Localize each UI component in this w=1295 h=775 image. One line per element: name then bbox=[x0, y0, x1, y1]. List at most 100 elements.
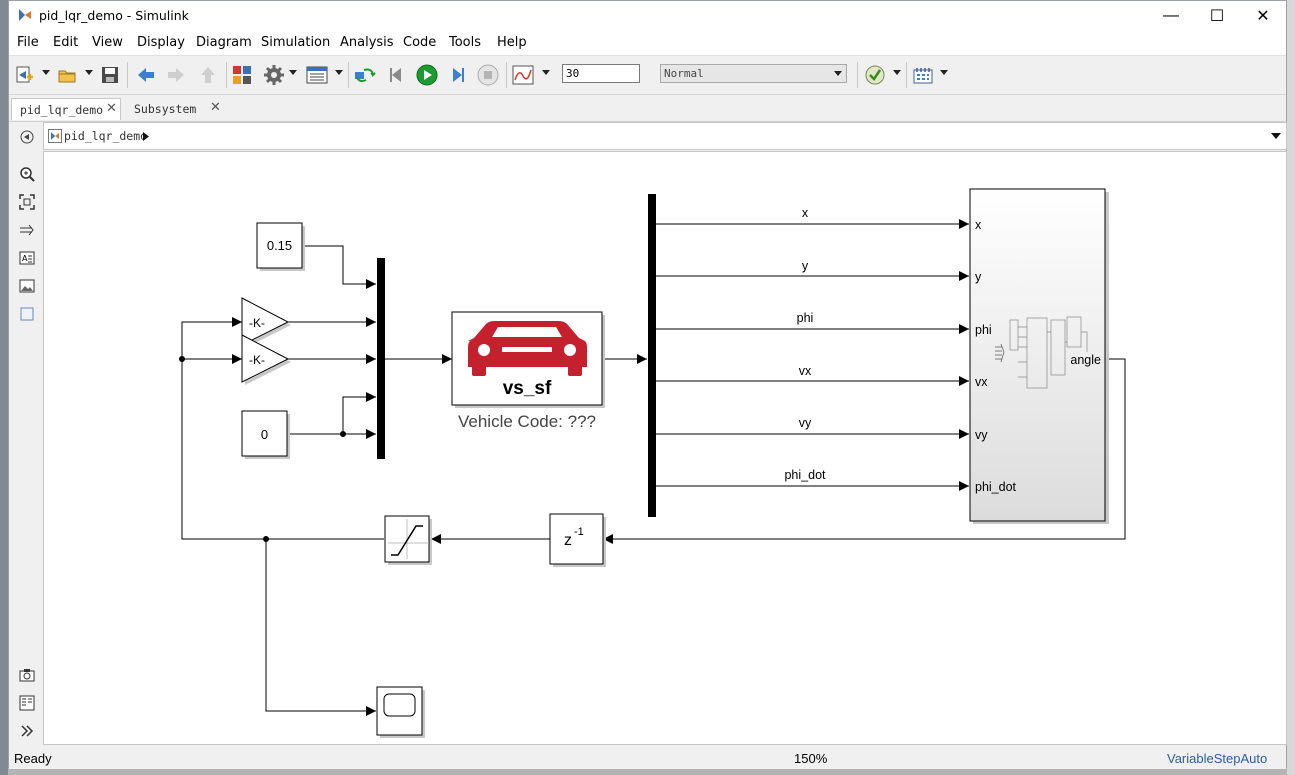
toolbar-separator bbox=[226, 62, 227, 88]
model-advisor-check-icon[interactable] bbox=[864, 64, 886, 86]
close-tab-icon[interactable]: ✕ bbox=[106, 101, 117, 116]
title-bar: pid_lqr_demo - Simulink — ☐ ✕ bbox=[9, 1, 1286, 31]
model-explorer-icon[interactable] bbox=[306, 64, 328, 86]
save-icon[interactable] bbox=[99, 64, 121, 86]
step-forward-icon[interactable] bbox=[446, 64, 468, 86]
constant-block-0[interactable]: 0 bbox=[241, 410, 290, 459]
gain-block-2[interactable]: -K- bbox=[241, 334, 291, 385]
signal-labels: x y phi vx vy phi_dot bbox=[784, 206, 826, 482]
annotation-icon[interactable]: A bbox=[18, 249, 36, 267]
step-back-icon[interactable] bbox=[386, 64, 408, 86]
solver-link[interactable]: VariableStepAuto bbox=[1167, 751, 1267, 766]
open-dropdown-icon[interactable] bbox=[85, 70, 93, 75]
simulation-data-inspector-icon[interactable] bbox=[512, 64, 534, 86]
stop-time-input[interactable] bbox=[562, 64, 640, 83]
sdi-dropdown-icon[interactable] bbox=[542, 70, 550, 75]
menu-view[interactable]: View bbox=[92, 35, 123, 50]
toolbar-separator bbox=[857, 62, 858, 88]
build-model-icon[interactable] bbox=[912, 64, 934, 86]
stop-simulation-icon[interactable] bbox=[477, 64, 499, 86]
signal-label-y: y bbox=[802, 259, 809, 273]
tab-pid-lqr-demo[interactable]: pid_lqr_demo ✕ bbox=[11, 98, 121, 120]
menu-code[interactable]: Code bbox=[403, 35, 436, 50]
block-diagram: 0.15 0 -K- -K- vs_sf Vehicle Code: ??? x… bbox=[179, 188, 1126, 738]
model-config-gear-icon[interactable] bbox=[263, 64, 285, 86]
tab-label: pid_lqr_demo bbox=[20, 103, 104, 117]
menu-diagram[interactable]: Diagram bbox=[196, 35, 252, 50]
new-model-icon[interactable] bbox=[13, 64, 35, 86]
signal-arrow-icon[interactable] bbox=[18, 221, 36, 239]
zoom-in-icon[interactable] bbox=[18, 165, 36, 183]
area-icon[interactable] bbox=[18, 305, 36, 323]
sfunction-name: vs_sf bbox=[503, 378, 552, 399]
desktop-background-left bbox=[0, 0, 8, 775]
advisor-dropdown-icon[interactable] bbox=[893, 70, 901, 75]
port-phi: phi bbox=[975, 323, 992, 337]
vehicle-caption: Vehicle Code: ??? bbox=[458, 412, 596, 431]
menu-display[interactable]: Display bbox=[137, 35, 185, 50]
breadcrumb-model[interactable]: pid_lqr_demo bbox=[64, 129, 147, 143]
screenshot-camera-icon[interactable] bbox=[18, 666, 36, 684]
minimize-button[interactable]: — bbox=[1148, 1, 1194, 31]
gain-value: -K- bbox=[249, 316, 265, 330]
unit-delay-block[interactable]: z -1 bbox=[549, 513, 606, 567]
forward-arrow-icon[interactable] bbox=[165, 64, 187, 86]
fit-to-view-icon[interactable] bbox=[18, 193, 36, 211]
new-model-dropdown-icon[interactable] bbox=[42, 70, 50, 75]
signal-label-x: x bbox=[802, 206, 809, 220]
image-icon[interactable] bbox=[18, 277, 36, 295]
controller-subsystem-block[interactable]: x y phi vx vy phi_dot angle bbox=[969, 188, 1109, 524]
left-palette: A bbox=[9, 122, 43, 745]
scope-block[interactable] bbox=[376, 686, 425, 738]
simulink-app-icon bbox=[19, 9, 31, 21]
menu-simulation[interactable]: Simulation bbox=[261, 35, 330, 50]
port-x: x bbox=[975, 218, 982, 232]
gain-value: -K- bbox=[249, 353, 265, 367]
status-bar: Ready 150% VariableStepAuto bbox=[9, 745, 1286, 769]
run-simulation-icon[interactable] bbox=[416, 64, 438, 86]
signal-label-phi-dot: phi_dot bbox=[784, 468, 826, 482]
mux-block[interactable] bbox=[377, 258, 385, 459]
simulation-mode-select[interactable]: Normal bbox=[660, 64, 847, 83]
chevron-right-icon[interactable] bbox=[143, 132, 149, 141]
menu-file[interactable]: File bbox=[17, 35, 39, 50]
property-inspector-icon[interactable] bbox=[18, 694, 36, 712]
port-angle: angle bbox=[1070, 353, 1101, 367]
build-dropdown-icon[interactable] bbox=[940, 70, 948, 75]
zoom-level: 150% bbox=[794, 751, 828, 766]
tab-label: Subsystem bbox=[134, 102, 197, 116]
delay-exponent: -1 bbox=[574, 526, 584, 538]
explorer-dropdown-icon[interactable] bbox=[335, 70, 343, 75]
simulation-mode-value: Normal bbox=[664, 67, 704, 80]
close-button[interactable]: ✕ bbox=[1240, 1, 1286, 31]
menu-edit[interactable]: Edit bbox=[53, 35, 78, 50]
hide-browser-icon[interactable] bbox=[18, 128, 36, 146]
menu-help[interactable]: Help bbox=[497, 35, 527, 50]
constant-block-0-15[interactable]: 0.15 bbox=[256, 222, 305, 271]
config-dropdown-icon[interactable] bbox=[289, 70, 297, 75]
back-arrow-icon[interactable] bbox=[135, 64, 157, 86]
model-tabs: pid_lqr_demo ✕ Subsystem ✕ bbox=[9, 95, 1286, 122]
update-diagram-icon[interactable] bbox=[354, 64, 376, 86]
svg-text:A: A bbox=[22, 254, 28, 263]
maximize-button[interactable]: ☐ bbox=[1194, 1, 1240, 31]
demux-block[interactable] bbox=[648, 194, 656, 517]
library-browser-icon[interactable] bbox=[231, 64, 253, 86]
open-folder-icon[interactable] bbox=[56, 64, 78, 86]
close-tab-icon[interactable]: ✕ bbox=[210, 100, 221, 115]
up-arrow-icon[interactable] bbox=[197, 64, 219, 86]
port-vy: vy bbox=[975, 428, 988, 442]
constant-value: 0 bbox=[261, 427, 268, 442]
tab-subsystem[interactable]: Subsystem ✕ bbox=[126, 98, 226, 120]
menu-analysis[interactable]: Analysis bbox=[340, 35, 394, 50]
chevron-down-icon bbox=[834, 71, 842, 76]
vehicle-sfunction-block[interactable]: vs_sf bbox=[451, 311, 605, 408]
chevron-down-icon[interactable] bbox=[1271, 133, 1281, 139]
saturation-block[interactable] bbox=[384, 515, 432, 565]
toolbar-separator bbox=[906, 62, 907, 88]
toolbar: Normal bbox=[9, 56, 1286, 95]
port-phi-dot: phi_dot bbox=[975, 480, 1017, 494]
model-canvas[interactable]: 0.15 0 -K- -K- vs_sf Vehicle Code: ??? x… bbox=[43, 151, 1287, 745]
menu-tools[interactable]: Tools bbox=[449, 35, 481, 50]
expand-palette-icon[interactable] bbox=[18, 722, 36, 740]
